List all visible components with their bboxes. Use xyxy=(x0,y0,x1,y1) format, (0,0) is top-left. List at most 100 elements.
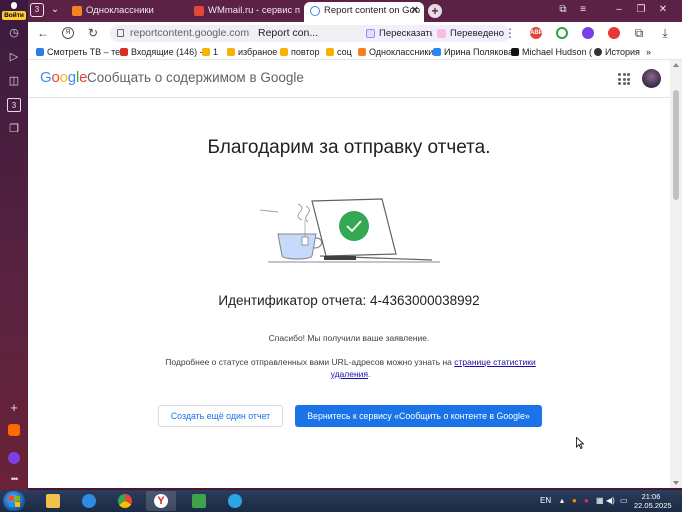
network-icon[interactable]: ▦ xyxy=(596,490,604,512)
browser-sidebar: Войти ◷ ▷ ◫ 3 ❐ + ••• xyxy=(0,0,28,490)
more-info-text: Подробнее о статусе отправленных вами UR… xyxy=(158,356,543,380)
bookmark-item[interactable]: Смотреть ТВ – те xyxy=(36,44,120,60)
folder-icon xyxy=(227,48,235,56)
chevron-down-icon[interactable]: ⌄ xyxy=(48,3,62,17)
tab-report-content[interactable]: Report content on Goo ✕ xyxy=(304,2,424,22)
bookmark-label: Ирина Полякова xyxy=(444,47,514,57)
create-another-report-button[interactable]: Создать ещё один отчет xyxy=(158,405,283,427)
clock-time: 21:06 xyxy=(641,492,661,501)
bookmark-item[interactable]: Michael Hudson ( xyxy=(511,44,592,60)
google-logo[interactable]: Google xyxy=(40,69,87,86)
tray-app-icon[interactable]: ● xyxy=(572,490,577,512)
bookmark-item[interactable]: соц xyxy=(326,44,352,60)
yandex-taskbar-button[interactable]: Y xyxy=(146,491,176,511)
login-button[interactable]: Войти xyxy=(2,2,26,20)
retell-button[interactable]: Пересказать xyxy=(361,25,441,42)
translated-button[interactable]: Переведено xyxy=(432,25,511,42)
bookmark-item[interactable]: История xyxy=(594,44,640,60)
scrollbar-thumb[interactable] xyxy=(673,90,679,200)
page-scrollbar[interactable] xyxy=(670,60,682,488)
action-center-icon[interactable]: ▭ xyxy=(620,490,628,512)
bookmark-label: 1 xyxy=(213,47,219,57)
odnoklassniki-icon xyxy=(72,6,82,16)
bookmark-item[interactable]: Ирина Полякова xyxy=(433,44,513,60)
collections-icon[interactable]: ❐ xyxy=(7,122,21,136)
url-text: reportcontent.google.com xyxy=(130,27,250,39)
more-icon[interactable]: ••• xyxy=(7,472,21,486)
telegram-taskbar-button[interactable] xyxy=(220,491,250,511)
tab-odnoklassniki[interactable]: Одноклассники xyxy=(66,2,184,20)
x-icon xyxy=(511,48,519,56)
back-icon[interactable]: ← xyxy=(36,26,50,40)
chrome-taskbar-button[interactable] xyxy=(110,491,140,511)
folder-icon xyxy=(46,494,60,508)
start-button[interactable] xyxy=(3,491,25,511)
bookmark-item[interactable]: Входящие (146) - xyxy=(120,44,203,60)
scroll-up-icon[interactable] xyxy=(673,63,679,67)
user-icon xyxy=(11,2,17,9)
extension-icon[interactable] xyxy=(582,27,594,39)
return-to-service-button[interactable]: Вернитесь к сервису «Сообщить о контенте… xyxy=(295,405,542,427)
thank-you-heading: Благодарим за отправку отчета. xyxy=(207,137,491,158)
tab-wmmail[interactable]: WMmail.ru - сервис почто xyxy=(188,2,300,20)
tab-label: WMmail.ru - сервис почто xyxy=(208,5,300,16)
ad-blocker-icon[interactable] xyxy=(608,27,620,39)
retell-icon xyxy=(366,29,375,38)
address-bar[interactable]: reportcontent.google.com Report con... xyxy=(110,25,386,42)
tray-yandex-icon[interactable]: ● xyxy=(584,490,589,512)
lock-icon xyxy=(117,29,124,37)
tv-icon xyxy=(36,48,44,56)
minimize-icon[interactable]: – xyxy=(612,3,626,17)
close-tab-icon[interactable]: ✕ xyxy=(411,2,419,20)
clock[interactable]: 21:06 22.05.2025 xyxy=(634,492,672,510)
download-icon[interactable]: ⤓ xyxy=(658,26,672,40)
mail-icon[interactable] xyxy=(8,424,20,436)
scroll-down-icon[interactable] xyxy=(673,481,679,485)
yandex-browser-icon: Y xyxy=(154,494,168,508)
bookmark-item[interactable]: 1 xyxy=(202,44,218,60)
alice-icon[interactable] xyxy=(8,452,20,464)
bookmark-item[interactable]: повтор xyxy=(280,44,320,60)
camera-icon[interactable]: ◫ xyxy=(7,74,21,88)
close-window-icon[interactable]: ✕ xyxy=(656,3,670,17)
login-label: Войти xyxy=(2,11,26,20)
folder-icon xyxy=(326,48,334,56)
language-indicator[interactable]: EN xyxy=(540,490,551,512)
app-taskbar-button[interactable] xyxy=(184,491,214,511)
page-header: Google Сообщать о содержимом в Google xyxy=(28,60,670,98)
volume-icon[interactable]: ◀) xyxy=(606,490,615,512)
menu-icon[interactable]: ≡ xyxy=(576,3,590,17)
bookmarks-overflow-icon[interactable]: » xyxy=(646,44,651,60)
folder-icon xyxy=(280,48,288,56)
adblock-icon[interactable]: ABP xyxy=(530,27,543,39)
apps-grid-icon[interactable] xyxy=(618,73,630,85)
shield-icon[interactable] xyxy=(556,27,568,39)
globe-icon xyxy=(82,494,96,508)
bookmark-label: избраное xyxy=(238,47,278,57)
avatar[interactable] xyxy=(642,69,661,88)
bookmark-item[interactable]: Одноклассники xyxy=(358,44,433,60)
yandex-icon[interactable]: Я xyxy=(62,27,74,39)
bookmark-label: История xyxy=(605,47,640,57)
google-icon xyxy=(310,6,320,16)
tab-count-icon[interactable]: 3 xyxy=(7,98,21,112)
extensions-icon[interactable]: ⧉ xyxy=(632,26,646,40)
translate-icon xyxy=(437,29,446,38)
reload-icon[interactable]: ↻ xyxy=(86,26,100,40)
restore-icon[interactable]: ❐ xyxy=(634,3,648,17)
gmail-icon xyxy=(120,48,128,56)
show-hidden-icons-icon[interactable]: ▴ xyxy=(560,490,564,512)
explorer-taskbar-button[interactable] xyxy=(38,491,68,511)
bookmark-item[interactable]: избраное xyxy=(227,44,277,60)
more-vertical-icon[interactable]: ⋮ xyxy=(503,26,517,40)
play-icon[interactable]: ▷ xyxy=(7,50,21,64)
tabs-menu-icon[interactable]: ⧉ xyxy=(556,3,570,17)
retell-label: Пересказать xyxy=(379,28,435,39)
ie-taskbar-button[interactable] xyxy=(74,491,104,511)
add-icon[interactable]: + xyxy=(7,401,21,415)
tab-counter[interactable]: 3 xyxy=(30,3,44,17)
chrome-icon xyxy=(118,494,132,508)
new-tab-button[interactable]: + xyxy=(428,4,442,18)
history-icon[interactable]: ◷ xyxy=(7,26,21,40)
tab-label: Report content on Goo xyxy=(324,5,421,16)
